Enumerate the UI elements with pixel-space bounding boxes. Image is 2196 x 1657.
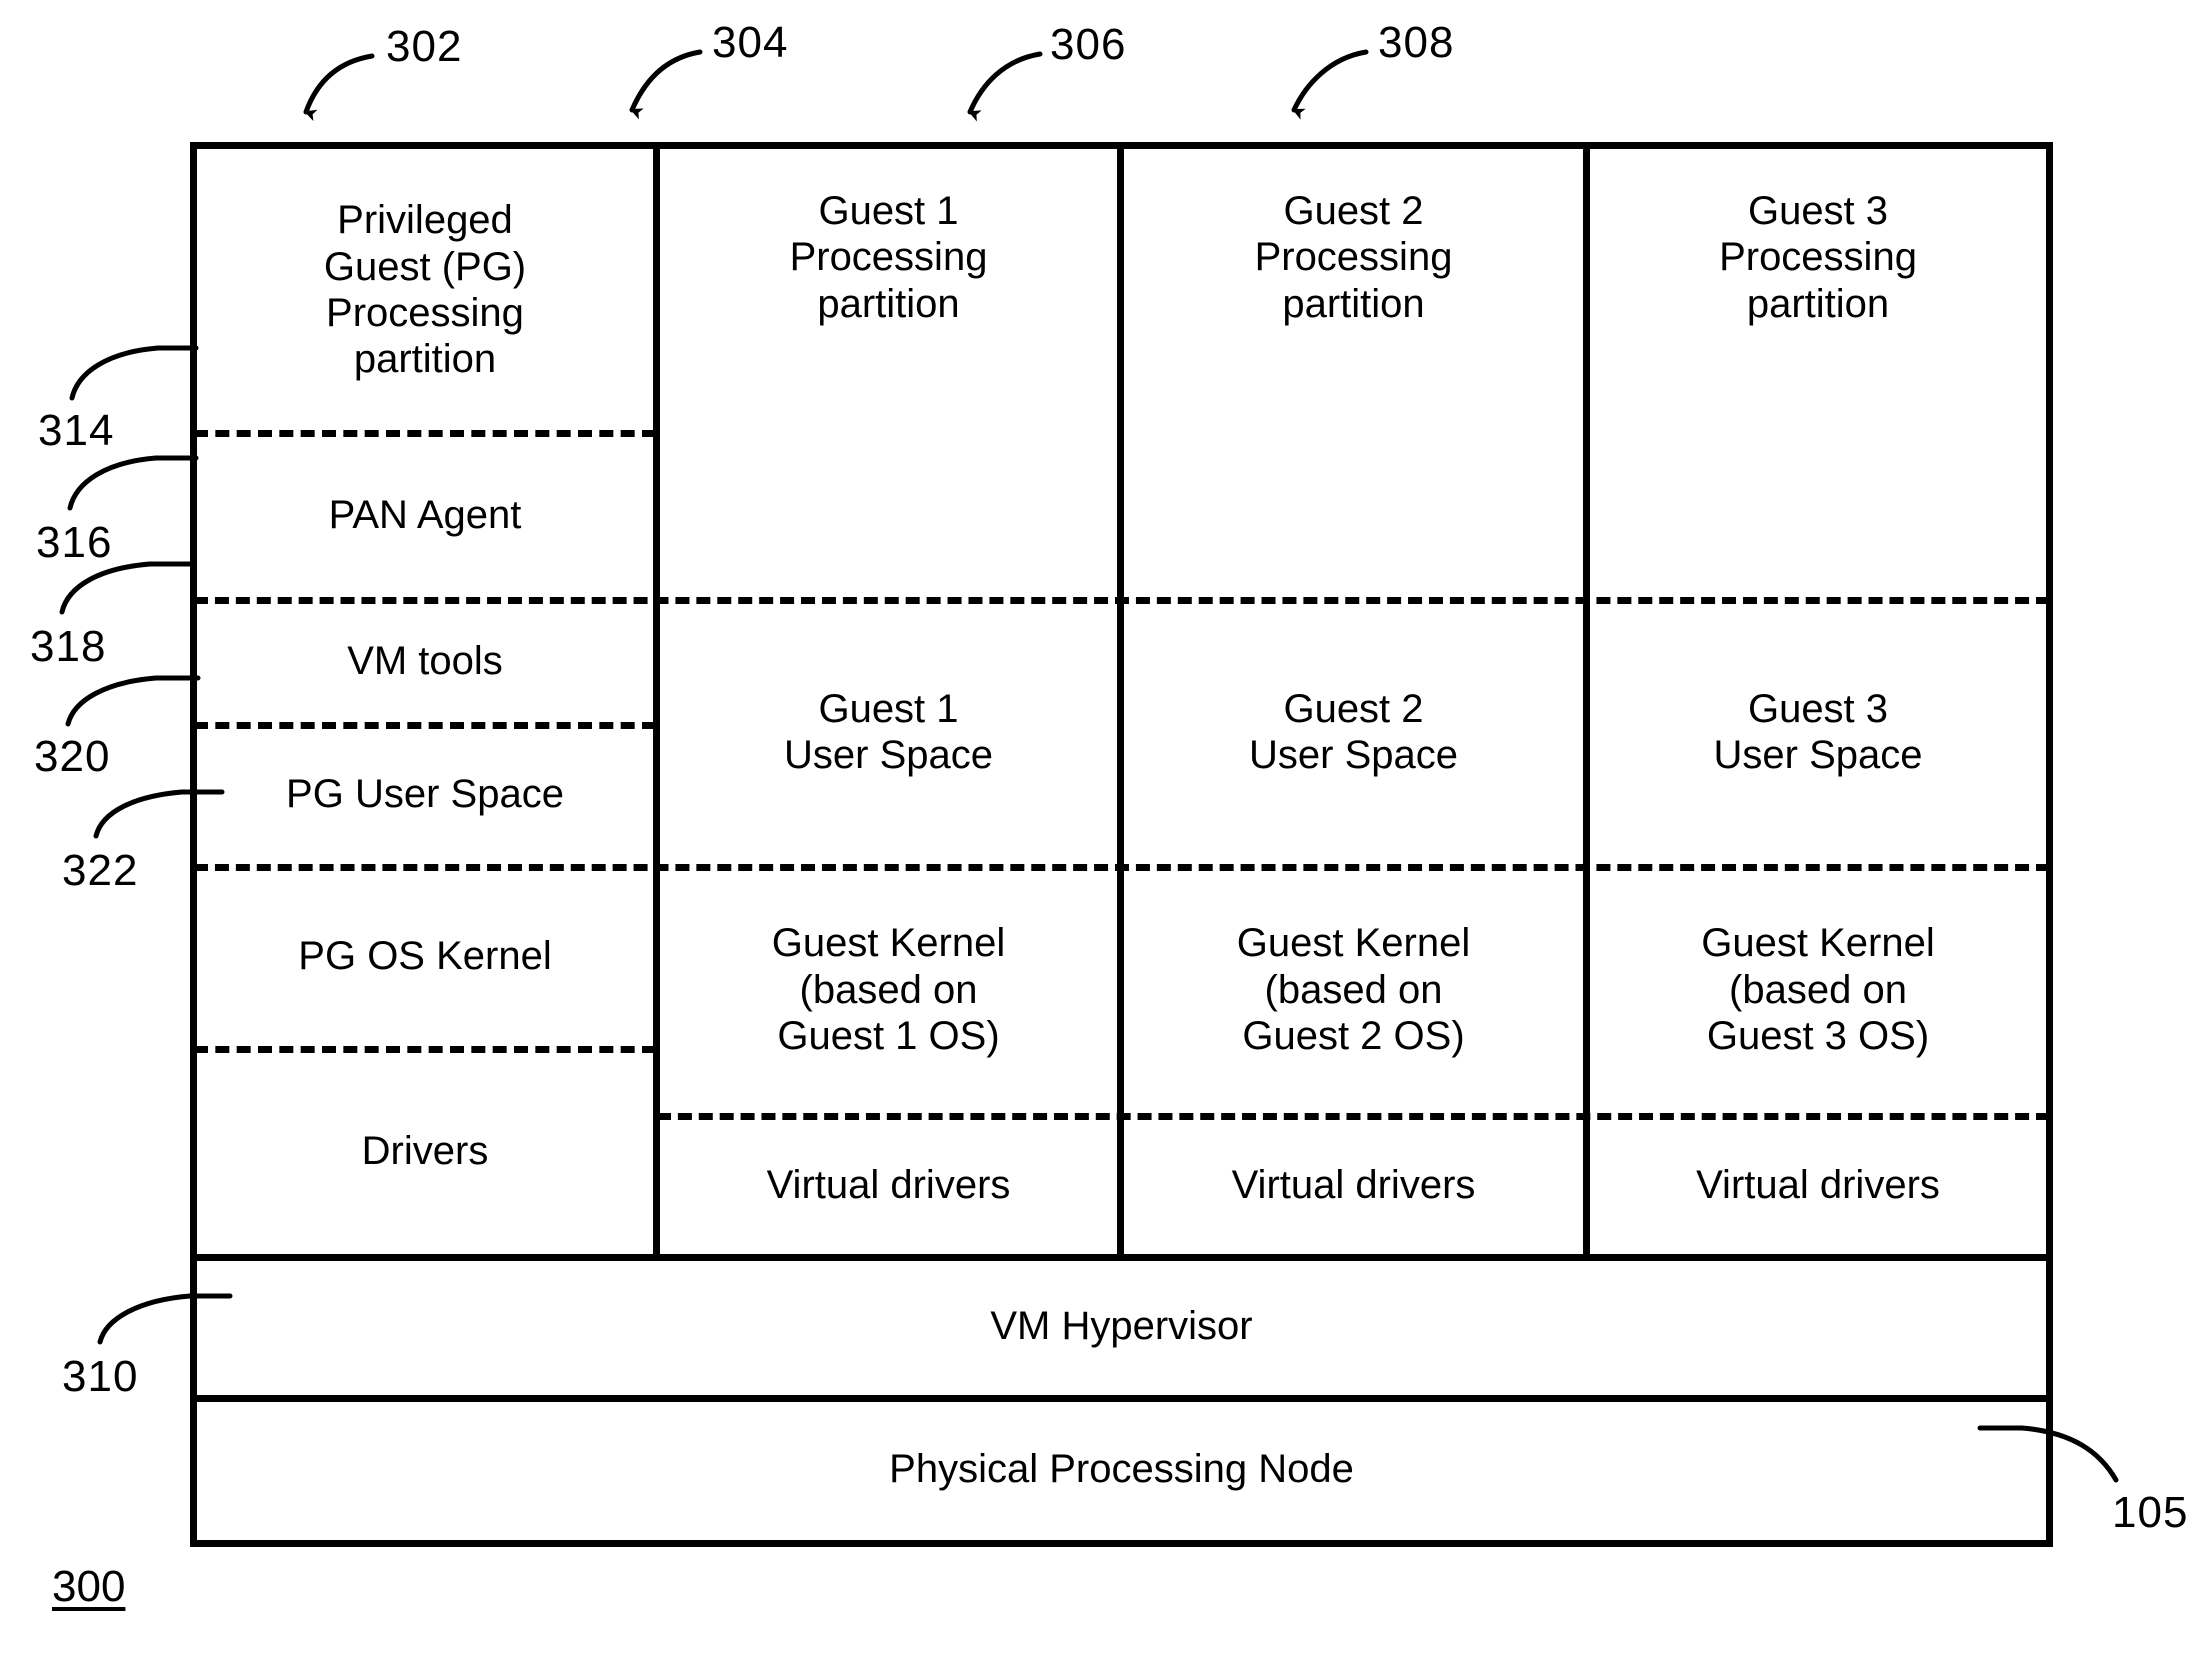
guest-3-kernel-cell: Guest Kernel (based on Guest 3 OS): [1701, 921, 1935, 1059]
vm-hypervisor-cell: VM Hypervisor: [990, 1304, 1253, 1349]
callout-320: 320: [34, 732, 111, 781]
frame-right-edge: [2046, 142, 2053, 1261]
guest-3-virtual-drivers-cell: Virtual drivers: [1696, 1162, 1940, 1207]
guest-2-kernel-cell: Guest Kernel (based on Guest 2 OS): [1236, 921, 1471, 1059]
callout-302: 302: [386, 22, 463, 71]
callout-314: 314: [38, 406, 115, 455]
column-divider-2: [1117, 142, 1124, 1261]
pg-os-kernel-cell: PG OS Kernel: [298, 934, 552, 979]
pg-user-space-cell: PG User Space: [286, 772, 564, 817]
frame-left-edge: [190, 142, 197, 1261]
guest-1-user-space-cell: Guest 1 User Space: [784, 686, 993, 777]
guest-3-user-space-cell: Guest 3 User Space: [1713, 686, 1923, 777]
drivers-cell: Drivers: [361, 1129, 489, 1174]
hypervisor-right-edge: [2046, 1254, 2053, 1402]
guest-1-virtual-drivers-cell: Virtual drivers: [766, 1162, 1011, 1207]
hypervisor-left-edge: [190, 1254, 197, 1402]
callout-310: 310: [62, 1352, 139, 1401]
guest-1-kernel-cell: Guest Kernel (based on Guest 1 OS): [771, 921, 1006, 1059]
column-divider-3: [1583, 142, 1590, 1261]
privileged-guest-partition-title: Privileged Guest (PG) Processing partiti…: [323, 198, 527, 382]
physical-node-right-edge: [2046, 1395, 2053, 1547]
callout-316: 316: [36, 518, 113, 567]
physical-node-left-edge: [190, 1395, 197, 1547]
guest-2-partition-title: Guest 2 Processing partition: [1254, 189, 1453, 326]
callout-306: 306: [1050, 20, 1127, 69]
callout-322: 322: [62, 846, 139, 895]
guest-1-partition-title: Guest 1 Processing partition: [789, 189, 988, 326]
guest-3-partition-title: Guest 3 Processing partition: [1719, 189, 1917, 326]
physical-processing-node-cell: Physical Processing Node: [889, 1447, 1354, 1492]
callout-308: 308: [1378, 18, 1455, 67]
callout-105: 105: [2112, 1488, 2189, 1537]
pan-agent-cell: PAN Agent: [328, 492, 522, 537]
guest-2-user-space-cell: Guest 2 User Space: [1249, 686, 1458, 777]
callout-304: 304: [712, 18, 789, 67]
column-divider-1: [653, 142, 660, 1261]
figure-number: 300: [52, 1562, 126, 1611]
figure-canvas: 302 304 306 308 314 316 318 320 322 310 …: [0, 0, 2196, 1657]
vm-tools-cell: VM tools: [347, 638, 503, 683]
callout-318: 318: [30, 622, 107, 671]
guest-2-virtual-drivers-cell: Virtual drivers: [1231, 1162, 1476, 1207]
physical-node-bottom-edge: [190, 1540, 2053, 1547]
